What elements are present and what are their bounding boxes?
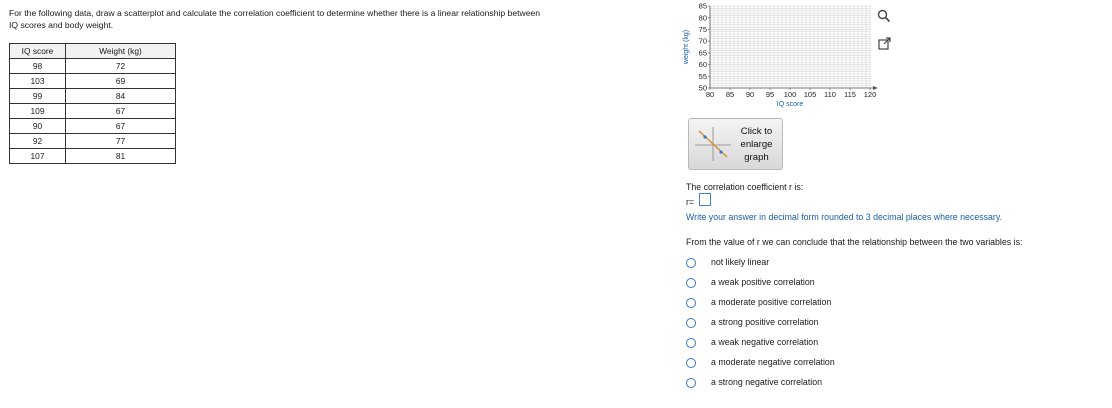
correlation-question: The correlation coefficient r is: xyxy=(686,182,804,192)
option-label: a moderate negative correlation xyxy=(711,357,835,367)
iq-cell: 109 xyxy=(9,103,66,119)
r-label: r= xyxy=(686,197,695,207)
iq-cell: 99 xyxy=(9,88,66,104)
radio-button[interactable] xyxy=(686,318,696,328)
iq-cell: 107 xyxy=(9,148,66,164)
graph-thumbnail-icon xyxy=(695,127,731,161)
x-tick-label: 115 xyxy=(844,90,856,99)
y-tick-label: 80 xyxy=(699,13,707,22)
table-row: 99 84 xyxy=(9,88,176,104)
x-tick-label: 80 xyxy=(706,90,714,99)
option-label: not likely linear xyxy=(711,257,770,267)
x-tick-label: 100 xyxy=(784,90,797,99)
radio-button[interactable] xyxy=(686,338,696,348)
radio-button[interactable] xyxy=(686,278,696,288)
option-label: a strong positive correlation xyxy=(711,317,819,327)
option-label: a weak negative correlation xyxy=(711,337,819,347)
iq-cell: 90 xyxy=(9,118,66,134)
option-label: a weak positive correlation xyxy=(711,277,815,287)
y-tick-label: 75 xyxy=(699,25,707,34)
weight-cell: 67 xyxy=(65,118,176,134)
r-answer-input[interactable] xyxy=(699,193,711,206)
y-tick-label: 55 xyxy=(699,72,707,81)
magnifier-icon[interactable] xyxy=(876,8,892,24)
table-row: 103 69 xyxy=(9,73,176,89)
table-row: 98 72 xyxy=(9,58,176,74)
y-tick-label: 50 xyxy=(699,84,707,93)
rounding-hint: Write your answer in decimal form rounde… xyxy=(686,212,1003,222)
x-tick-label: 105 xyxy=(804,90,817,99)
radio-button[interactable] xyxy=(686,358,696,368)
enlarge-label-line: graph xyxy=(744,152,769,163)
enlarge-label-line: enlarge xyxy=(740,139,773,150)
iq-cell: 98 xyxy=(9,58,66,74)
y-tick-label: 65 xyxy=(699,48,707,57)
table-row: 90 67 xyxy=(9,118,176,134)
data-table: IQ score Weight (kg) 98 72 103 69 99 84 109… xyxy=(9,43,176,164)
table-row: 109 67 xyxy=(9,103,176,119)
weight-cell: 69 xyxy=(65,73,176,89)
y-tick-label: 60 xyxy=(699,60,707,69)
radio-button[interactable] xyxy=(686,258,696,268)
prompt-line-1: For the following data, draw a scatterpl… xyxy=(9,8,541,18)
enlarge-graph-button[interactable]: Click to enlarge graph xyxy=(688,118,783,170)
iq-cell: 92 xyxy=(9,133,66,149)
x-tick-label: 120 xyxy=(864,90,877,99)
header-iq: IQ score xyxy=(9,43,66,59)
option-label: a moderate positive correlation xyxy=(711,297,832,307)
y-tick-label: 70 xyxy=(699,37,707,46)
radio-button[interactable] xyxy=(686,378,696,388)
conclusion-question: From the value of r we can conclude that… xyxy=(686,237,1023,247)
y-tick-label: 85 xyxy=(699,2,707,11)
x-axis-label: IQ score xyxy=(777,101,804,108)
iq-cell: 103 xyxy=(9,73,66,89)
enlarge-label-line: Click to xyxy=(740,126,773,137)
x-tick-label: 90 xyxy=(746,90,754,99)
weight-cell: 67 xyxy=(65,103,176,119)
header-weight: Weight (kg) xyxy=(65,43,176,59)
weight-cell: 81 xyxy=(65,148,176,164)
weight-cell: 84 xyxy=(65,88,176,104)
prompt-line-2: IQ scores and body weight. xyxy=(9,19,114,30)
question-prompt: For the following data, draw a scatterpl… xyxy=(9,8,679,31)
option-label: a strong negative correlation xyxy=(711,377,823,387)
weight-cell: 72 xyxy=(65,58,176,74)
weight-cell: 77 xyxy=(65,133,176,149)
table-header-row: IQ score Weight (kg) xyxy=(9,43,176,59)
y-axis-label: weight (kg) xyxy=(683,30,690,65)
x-tick-label: 95 xyxy=(766,90,774,99)
x-tick-label: 85 xyxy=(726,90,734,99)
popout-icon[interactable] xyxy=(877,36,893,52)
enlarge-label: Click to enlarge graph xyxy=(734,125,779,164)
x-tick-label: 110 xyxy=(824,90,836,99)
table-row: 107 81 xyxy=(9,148,176,164)
table-row: 92 77 xyxy=(9,133,176,149)
scatterplot-graph[interactable]: 80 85 90 95 100 105 110 115 120 50 55 60 65 70 75 80 85 I… xyxy=(680,0,890,112)
radio-button[interactable] xyxy=(686,298,696,308)
